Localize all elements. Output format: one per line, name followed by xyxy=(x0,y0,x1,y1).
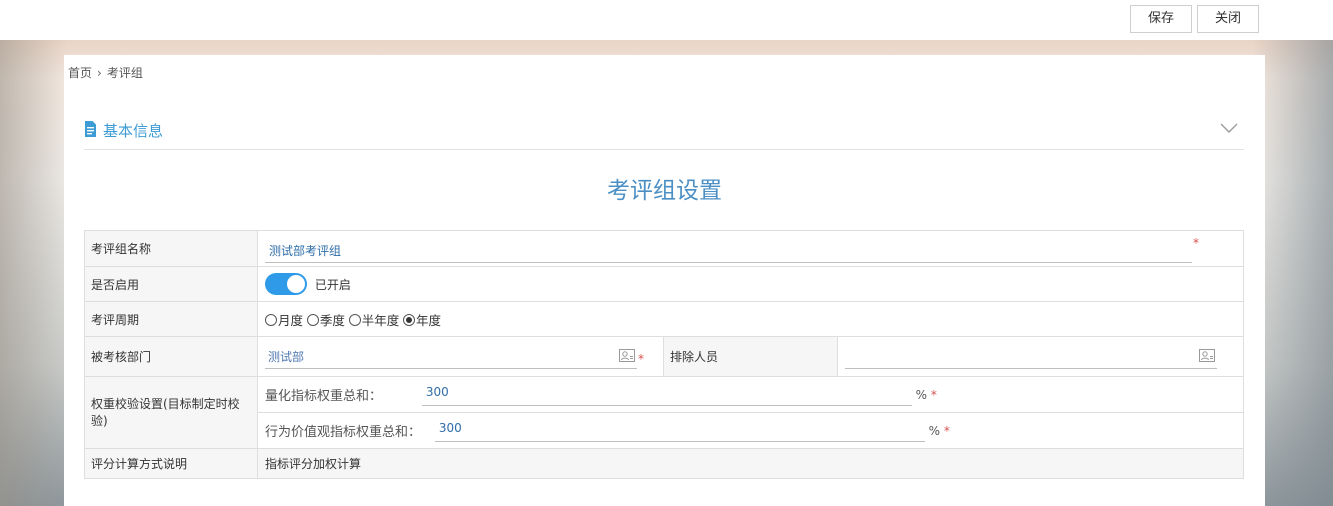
excluded-cell xyxy=(837,336,1244,377)
department-value: 测试部 xyxy=(268,349,305,364)
excluded-input[interactable] xyxy=(845,343,1217,369)
department-cell: 测试部 * xyxy=(257,336,664,377)
row-weight-quant: 权重校验设置(目标制定时校验) 量化指标权重总和： 300 % * xyxy=(84,376,1244,449)
contact-card-icon[interactable] xyxy=(1199,348,1215,365)
top-toolbar: 保存 关闭 xyxy=(0,0,1333,40)
radio-icon xyxy=(348,314,361,326)
cycle-option-label: 月度 xyxy=(278,312,304,328)
quant-weight-value: 300 xyxy=(425,384,449,399)
breadcrumb-separator: › xyxy=(97,66,102,80)
row-weight-behavior: 行为价值观指标权重总和： 300 % * xyxy=(85,412,1244,449)
row-cycle: 考评周期 月度 季度 半年度 年度 xyxy=(84,301,1244,337)
cycle-option-label: 半年度 xyxy=(361,312,400,328)
cycle-cell: 月度 季度 半年度 年度 xyxy=(257,301,1244,337)
chevron-down-icon[interactable] xyxy=(1220,122,1238,137)
breadcrumb-home[interactable]: 首页 xyxy=(68,64,92,81)
quant-weight-label: 量化指标权重总和： xyxy=(265,389,383,404)
breadcrumb: 首页 › 考评组 xyxy=(68,64,143,81)
cycle-option-monthly[interactable]: 月度 xyxy=(265,310,303,329)
row-enabled: 是否启用 已开启 xyxy=(84,266,1244,302)
group-name-label: 考评组名称 xyxy=(84,230,258,267)
radio-icon xyxy=(265,314,277,326)
required-mark: * xyxy=(930,387,937,402)
form-title: 考评组设置 xyxy=(607,178,722,204)
weight-quant-cell: 量化指标权重总和： 300 % * xyxy=(257,376,1244,413)
excluded-label: 排除人员 xyxy=(663,336,838,377)
weight-check-label: 权重校验设置(目标制定时校验) xyxy=(84,376,258,449)
section-title: 基本信息 xyxy=(103,122,164,140)
required-mark: * xyxy=(1193,236,1199,250)
behavior-weight-input[interactable]: 300 xyxy=(434,416,925,442)
cycle-option-label: 季度 xyxy=(319,312,345,328)
group-name-input[interactable]: 测试部考评组 xyxy=(265,237,1192,263)
required-mark: * xyxy=(943,423,950,438)
weight-behavior-cell: 行为价值观指标权重总和： 300 % * xyxy=(257,412,1244,449)
behavior-weight-unit: % xyxy=(928,423,941,438)
enabled-label: 是否启用 xyxy=(84,266,258,302)
row-calc: 评分计算方式说明 指标评分加权计算 xyxy=(84,448,1244,479)
toggle-knob xyxy=(287,275,305,293)
cycle-option-label: 年度 xyxy=(416,312,442,328)
save-button[interactable]: 保存 xyxy=(1130,5,1192,33)
contact-card-icon[interactable] xyxy=(619,348,635,365)
calc-label: 评分计算方式说明 xyxy=(84,448,258,479)
group-name-value: 测试部考评组 xyxy=(269,243,342,258)
enabled-toggle[interactable] xyxy=(265,273,307,295)
section-header: 基本信息 xyxy=(84,117,1244,150)
cycle-option-quarterly[interactable]: 季度 xyxy=(306,310,345,329)
behavior-weight-label: 行为价值观指标权重总和： xyxy=(265,425,422,440)
radio-icon xyxy=(306,314,319,326)
radio-checked-icon xyxy=(403,314,416,326)
cycle-option-half-year[interactable]: 半年度 xyxy=(348,310,400,329)
department-input[interactable]: 测试部 xyxy=(265,343,637,369)
quant-weight-unit: % xyxy=(915,387,928,402)
behavior-weight-value: 300 xyxy=(438,420,462,435)
group-name-cell: 测试部考评组 * xyxy=(257,230,1244,267)
content-panel: 首页 › 考评组 基本信息 考评组设置 考评组名称 测试部考评组 * 是否启用 … xyxy=(64,55,1265,506)
row-group-name: 考评组名称 测试部考评组 * xyxy=(84,230,1244,267)
close-button[interactable]: 关闭 xyxy=(1197,5,1259,33)
cycle-option-yearly[interactable]: 年度 xyxy=(403,310,441,329)
enabled-cell: 已开启 xyxy=(257,266,1244,302)
breadcrumb-current: 考评组 xyxy=(106,66,143,80)
enabled-state-text: 已开启 xyxy=(314,277,351,292)
quant-weight-input[interactable]: 300 xyxy=(421,380,912,406)
row-department: 被考核部门 测试部 * 排除人员 xyxy=(84,336,1244,377)
department-label: 被考核部门 xyxy=(84,336,258,377)
cycle-label: 考评周期 xyxy=(84,301,258,337)
settings-form-table: 考评组名称 测试部考评组 * 是否启用 已开启 考评周期 月度 季度 半年度 年… xyxy=(84,230,1244,479)
document-icon xyxy=(84,121,97,140)
calc-value: 指标评分加权计算 xyxy=(257,448,1244,479)
required-mark: * xyxy=(638,352,644,366)
